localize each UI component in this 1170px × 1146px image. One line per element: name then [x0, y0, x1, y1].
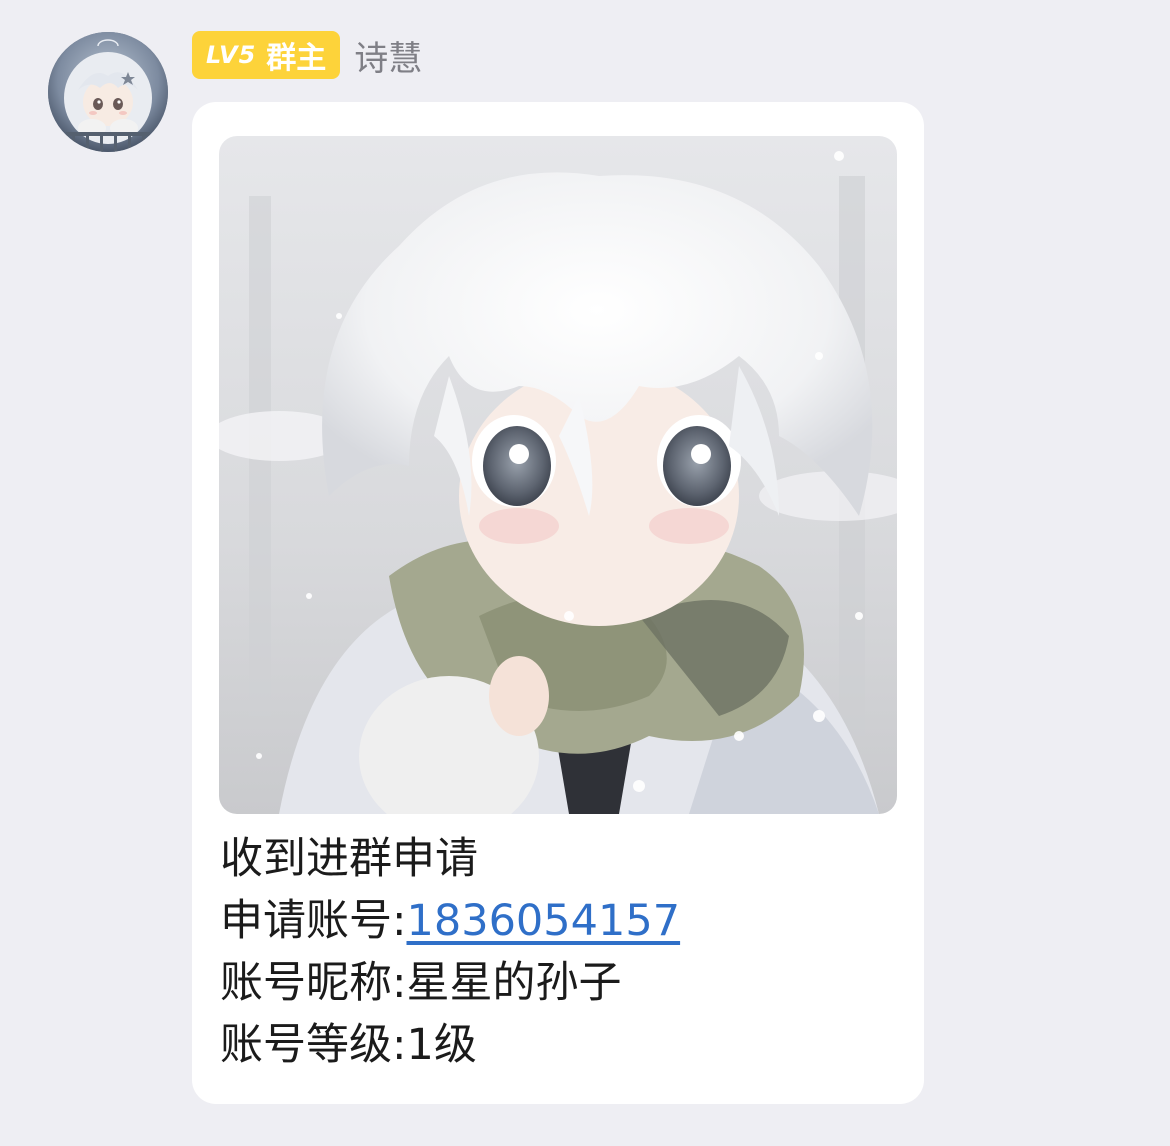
- nickname-label: 账号昵称:: [220, 958, 407, 1008]
- nickname-value: 星星的孙子: [406, 958, 622, 1008]
- sender-name[interactable]: 诗慧: [354, 31, 422, 80]
- nickname-line: 账号昵称:星星的孙子: [220, 952, 910, 1014]
- badge-level-text: LV5: [206, 41, 257, 69]
- message-title: 收到进群申请: [220, 834, 478, 884]
- message-text: 收到进群申请 申请账号:1836054157 账号昵称:星星的孙子 账号等级:1…: [220, 828, 910, 1076]
- account-label: 申请账号:: [220, 896, 407, 946]
- sender-avatar[interactable]: [48, 32, 168, 152]
- account-line: 申请账号:1836054157: [220, 890, 910, 952]
- sender-meta: LV5 群主 诗慧: [192, 30, 422, 80]
- member-level-badge[interactable]: LV5 群主: [192, 31, 341, 79]
- chat-message-row: LV5 群主 诗慧 收到进群申请 申请账号:1836054157 账号昵称:星星…: [0, 0, 1170, 1146]
- badge-role-text: 群主: [266, 41, 327, 76]
- level-line: 账号等级:1级: [220, 1014, 910, 1076]
- message-image[interactable]: [219, 136, 897, 814]
- level-label: 账号等级:: [220, 1020, 407, 1070]
- level-value: 1级: [406, 1020, 477, 1070]
- account-number-link[interactable]: 1836054157: [407, 896, 681, 946]
- message-bubble[interactable]: 收到进群申请 申请账号:1836054157 账号昵称:星星的孙子 账号等级:1…: [192, 102, 924, 1104]
